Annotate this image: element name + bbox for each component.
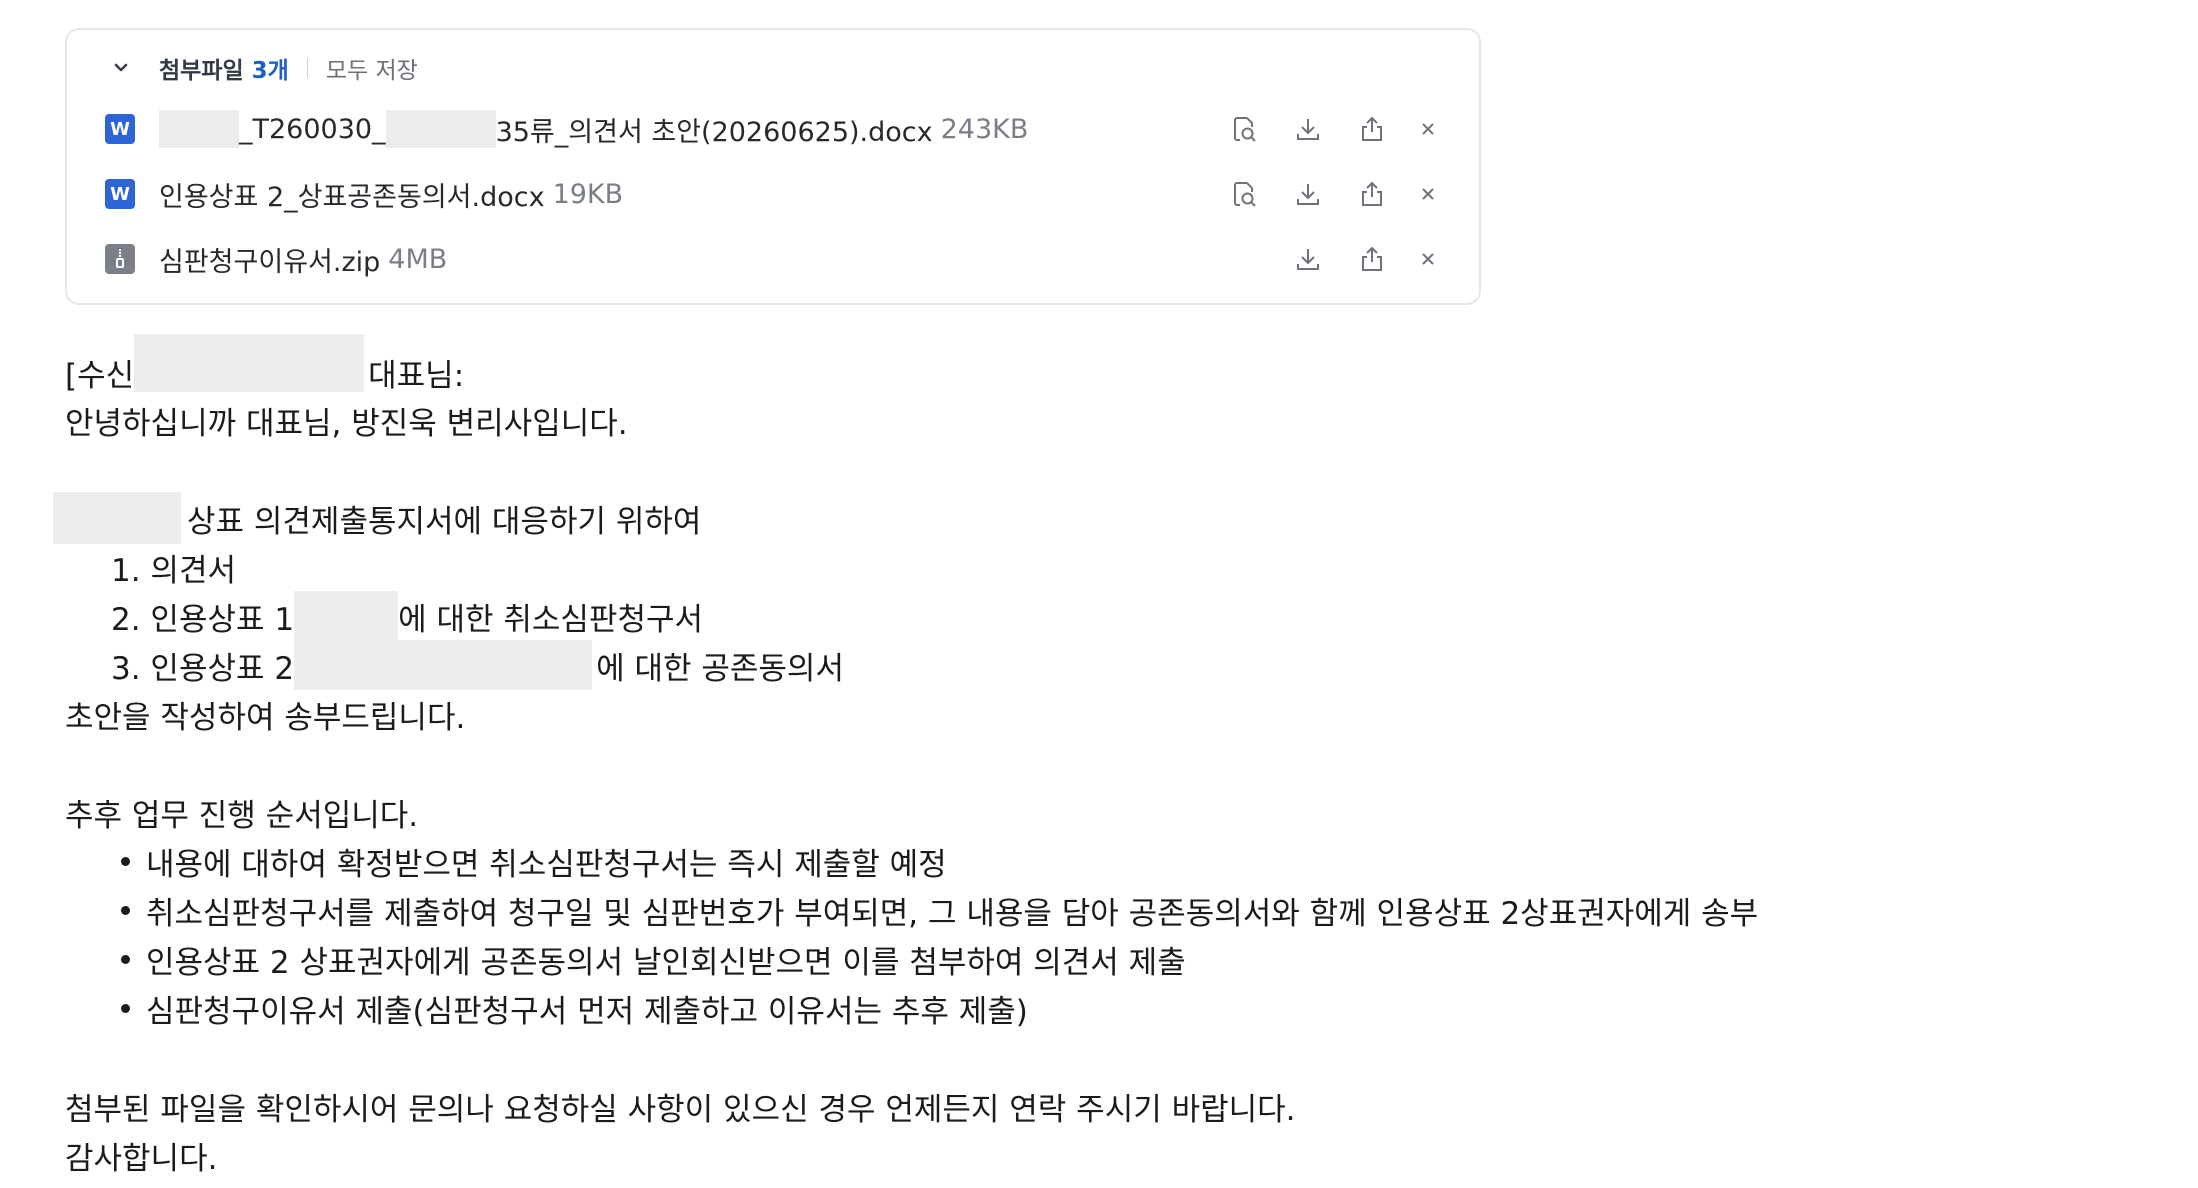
download-icon[interactable] [1291,242,1325,276]
attachment-row[interactable]: 심판청구이유서.zip 4MB [105,236,1445,282]
file-actions [1291,236,1445,282]
share-icon[interactable] [1355,177,1389,211]
list-item-suffix: 에 대한 공존동의서 [596,650,844,687]
file-actions [1227,171,1445,217]
redacted-block [294,591,399,641]
attachment-title: 첨부파일 [159,58,244,84]
close-icon[interactable] [1411,112,1445,146]
bullet-item: 내용에 대하여 확정받으면 취소심판청구서는 즉시 제출할 예정 [65,837,947,885]
file-name-part: _T260030_ [239,113,386,145]
preview-icon[interactable] [1227,112,1261,146]
chevron-down-icon[interactable] [109,56,133,80]
bullet-item: 취소심판청구서를 제출하여 청구일 및 심판번호가 부여되면, 그 내용을 담아… [65,886,1758,934]
close-icon[interactable] [1411,177,1445,211]
bullet-item: 심판청구이유서 제출(심판청구서 먼저 제출하고 이유서는 추후 제출) [65,984,1028,1032]
redacted-block [134,334,365,392]
bullet-text: 취소심판청구서를 제출하여 청구일 및 심판번호가 부여되면, 그 내용을 담아… [146,895,1759,932]
file-name-text: 심판청구이유서.zip [159,246,381,278]
next-steps-title: 추후 업무 진행 순서입니다. [65,797,419,834]
attachment-row[interactable]: W _T260030_ 35류_의견서 초안(20260625).docx 24… [105,106,1445,152]
attachment-count: 3개 [251,58,289,84]
list-item-suffix: 에 대한 취소심판청구서 [398,601,704,638]
file-name-text: 인용상표 2_상표공존동의서.docx [159,181,545,213]
download-icon[interactable] [1291,177,1325,211]
greeting-suffix: 대표님: [368,357,465,394]
attachment-panel: 첨부파일 3개 모두 저장 W _T260030_ 35류_의견서 초안(202… [65,28,1481,305]
file-name[interactable]: 인용상표 2_상표공존동의서.docx 19KB [159,175,623,214]
file-size: 243KB [940,113,1029,145]
file-name[interactable]: _T260030_ 35류_의견서 초안(20260625).docx 243K… [159,110,1028,149]
close-icon[interactable] [1411,242,1445,276]
word-icon: W [105,114,135,144]
greeting-prefix: [수신 [65,357,135,394]
sent-line: 초안을 작성하여 송부드립니다. [65,699,466,736]
thanks-line: 감사합니다. [65,1140,218,1177]
word-icon: W [105,179,135,209]
file-name-part: 35류_의견서 초안(20260625).docx [495,116,933,148]
attachment-header: 첨부파일 3개 모두 저장 [109,50,418,86]
share-icon[interactable] [1355,112,1389,146]
redacted-block [294,640,593,690]
redacted-block [385,110,496,148]
attachment-row[interactable]: W 인용상표 2_상표공존동의서.docx 19KB [105,171,1445,217]
bullet-text: 인용상표 2 상표권자에게 공존동의서 날인회신받으면 이를 첨부하여 의견서 … [146,944,1186,981]
redacted-block [159,110,239,148]
closing-line: 첨부된 파일을 확인하시어 문의나 요청하실 사항이 있으신 경우 언제든지 연… [65,1091,1296,1128]
file-size: 4MB [388,243,448,275]
header-divider [306,58,308,78]
preview-icon[interactable] [1227,177,1261,211]
list-item: 1. 의견서 [111,552,236,589]
bullet-text: 내용에 대하여 확정받으면 취소심판청구서는 즉시 제출할 예정 [146,846,947,883]
download-icon[interactable] [1291,112,1325,146]
file-size: 19KB [552,178,624,210]
purpose-line: 상표 의견제출통지서에 대응하기 위하여 [53,492,702,544]
purpose-text: 상표 의견제출통지서에 대응하기 위하여 [187,503,702,540]
list-item: 3. 인용상표 2 에 대한 공존동의서 [111,640,844,690]
save-all-button[interactable]: 모두 저장 [326,51,418,85]
redacted-block [53,492,181,544]
list-item-prefix: 3. 인용상표 2 [111,650,295,687]
list-item-prefix: 2. 인용상표 1 [111,601,295,638]
zip-icon [105,244,135,274]
file-name[interactable]: 심판청구이유서.zip 4MB [159,240,447,279]
file-actions [1227,106,1445,152]
list-item: 2. 인용상표 1 에 대한 취소심판청구서 [111,591,704,641]
bullet-item: 인용상표 2 상표권자에게 공존동의서 날인회신받으면 이를 첨부하여 의견서 … [65,935,1186,983]
intro-line: 안녕하십니까 대표님, 방진욱 변리사입니다. [65,405,628,442]
bullet-text: 심판청구이유서 제출(심판청구서 먼저 제출하고 이유서는 추후 제출) [146,993,1028,1030]
share-icon[interactable] [1355,242,1389,276]
greeting-line: [수신 대표님: [65,334,465,396]
